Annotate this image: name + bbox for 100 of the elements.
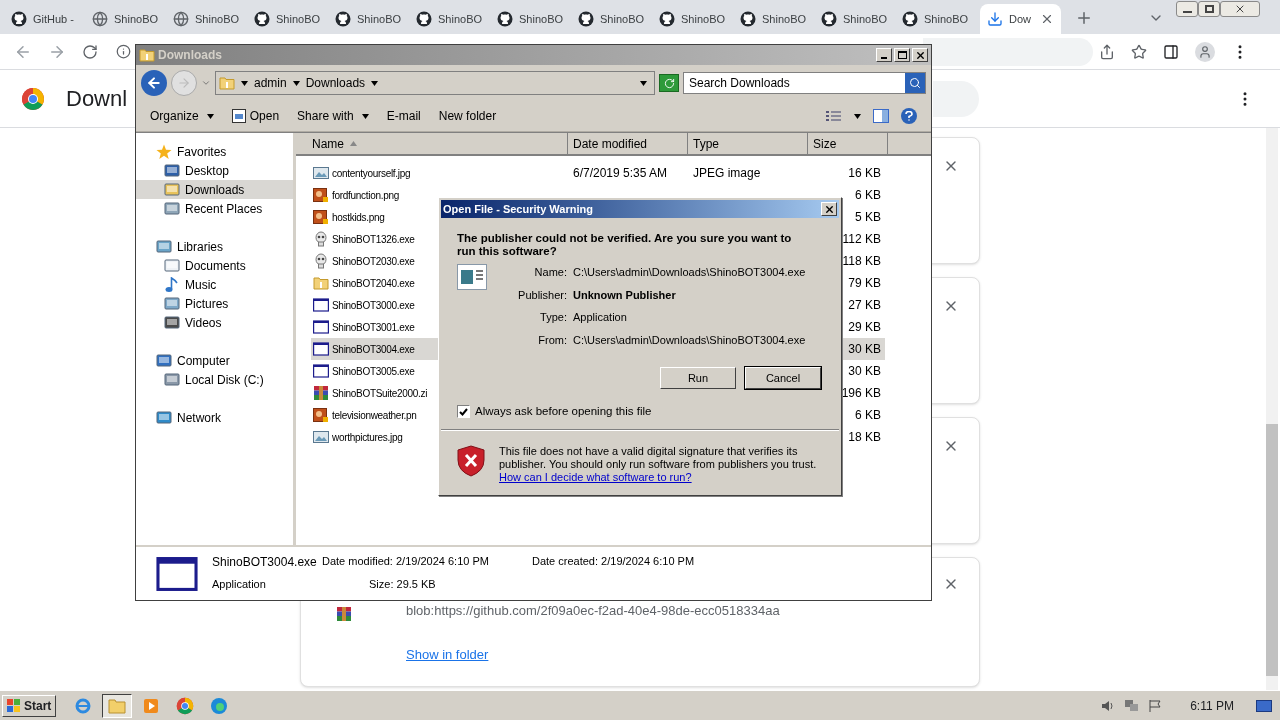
browser-tab[interactable]: ShinoBO bbox=[166, 4, 247, 34]
nav-item[interactable]: Videos bbox=[136, 313, 293, 332]
nav-item[interactable]: Desktop bbox=[136, 161, 293, 180]
bookmark-icon[interactable] bbox=[1131, 43, 1147, 60]
network-icon[interactable] bbox=[1124, 698, 1141, 713]
file-item[interactable]: worthpictures.jpg bbox=[311, 426, 438, 448]
profile-icon[interactable] bbox=[1195, 41, 1215, 62]
nav-item[interactable]: Local Disk (C:) bbox=[136, 370, 293, 389]
side-panel-icon[interactable] bbox=[1163, 43, 1179, 60]
checkbox[interactable] bbox=[457, 405, 470, 419]
browser-tab[interactable]: ShinoBO bbox=[328, 4, 409, 34]
caret-icon[interactable] bbox=[292, 80, 300, 86]
site-info-icon[interactable] bbox=[116, 44, 131, 59]
browser-tab[interactable]: ShinoBO bbox=[814, 4, 895, 34]
folder-icon bbox=[139, 47, 155, 63]
nav-label: Downloads bbox=[185, 181, 245, 199]
caret-icon[interactable] bbox=[241, 80, 248, 86]
caret-icon[interactable] bbox=[371, 80, 379, 86]
toolbar-button[interactable]: E-mail bbox=[386, 107, 421, 125]
nav-item[interactable]: Libraries bbox=[136, 237, 293, 256]
file-item[interactable]: fordfunction.png bbox=[311, 184, 438, 206]
column-header[interactable]: Name bbox=[296, 133, 568, 154]
dialog-button[interactable]: Cancel bbox=[745, 367, 821, 389]
column-header[interactable]: Size bbox=[808, 133, 888, 154]
preview-pane-icon[interactable] bbox=[873, 109, 889, 123]
file-item[interactable]: ShinoBOTSuite2000.zi bbox=[311, 382, 438, 404]
browser-tab[interactable]: ShinoBO bbox=[247, 4, 328, 34]
caret-icon[interactable] bbox=[361, 113, 369, 119]
folder-icon[interactable] bbox=[102, 693, 133, 718]
browser-tab[interactable]: ShinoBO bbox=[652, 4, 733, 34]
browser-tab[interactable]: Dow bbox=[980, 4, 1061, 34]
file-item[interactable]: hostkids.png bbox=[311, 206, 438, 228]
minimize-button[interactable] bbox=[876, 48, 892, 62]
arrow-right-icon bbox=[177, 76, 191, 90]
nav-item[interactable]: Documents bbox=[136, 256, 293, 275]
browser-tab[interactable]: ShinoBO bbox=[571, 4, 652, 34]
search-input[interactable]: Search Downloads bbox=[689, 74, 905, 92]
restore-icon[interactable] bbox=[1198, 1, 1220, 17]
file-item[interactable]: ShinoBOT2040.exe bbox=[311, 272, 438, 294]
flag-icon[interactable] bbox=[1148, 698, 1163, 713]
search-field[interactable] bbox=[933, 80, 979, 117]
nav-item[interactable]: Computer bbox=[136, 351, 293, 370]
file-item[interactable]: ShinoBOT3005.exe bbox=[311, 360, 438, 382]
browser-tab[interactable]: GitHub - bbox=[4, 4, 85, 34]
scrollbar[interactable] bbox=[1266, 128, 1278, 690]
nav-item[interactable]: Music bbox=[136, 275, 293, 294]
column-header[interactable]: Type bbox=[688, 133, 808, 154]
breadcrumb-item[interactable]: Downloads bbox=[305, 74, 366, 92]
clock[interactable]: 6:11 PM bbox=[1190, 696, 1234, 715]
help-link[interactable]: How can I decide what software to run? bbox=[499, 471, 692, 485]
file-item[interactable]: contentyourself.jpg bbox=[311, 162, 438, 184]
search-field[interactable]: Search Downloads bbox=[683, 72, 926, 94]
file-item[interactable]: ShinoBOT3001.exe bbox=[311, 316, 438, 338]
share-icon[interactable] bbox=[1099, 43, 1115, 60]
toolbar-menu-button[interactable]: Organize bbox=[150, 107, 214, 125]
browser-tab[interactable]: ShinoBO bbox=[409, 4, 490, 34]
start-button[interactable]: Start bbox=[2, 694, 57, 717]
help-icon[interactable] bbox=[901, 108, 917, 124]
file-item[interactable]: televisionweather.pn bbox=[311, 404, 438, 426]
open-button[interactable]: Open bbox=[231, 107, 280, 125]
nav-item[interactable]: Pictures bbox=[136, 294, 293, 313]
file-size: 112 KB bbox=[841, 231, 882, 248]
file-item[interactable]: ShinoBOT2030.exe bbox=[311, 250, 438, 272]
show-desktop-icon[interactable] bbox=[1256, 699, 1272, 712]
nav-item[interactable]: Recent Places bbox=[136, 199, 293, 218]
browser-tab[interactable]: ShinoBO bbox=[85, 4, 166, 34]
browser-tab[interactable]: ShinoBO bbox=[490, 4, 571, 34]
maximize-button[interactable] bbox=[894, 48, 910, 62]
new-tab-icon[interactable] bbox=[1075, 9, 1093, 27]
view-options-icon[interactable] bbox=[826, 110, 842, 122]
breadcrumb-item[interactable]: admin bbox=[254, 74, 287, 92]
github-icon bbox=[11, 11, 27, 27]
minimize-icon[interactable] bbox=[1176, 1, 1198, 17]
show-in-folder-link[interactable]: Show in folder bbox=[406, 644, 489, 664]
browser-tab[interactable]: ShinoBO bbox=[895, 4, 976, 34]
search-icon[interactable] bbox=[905, 73, 925, 93]
refresh-button[interactable] bbox=[659, 74, 679, 92]
nav-item[interactable]: Network bbox=[136, 408, 293, 427]
nav-item[interactable]: Favorites bbox=[136, 142, 293, 161]
nav-item[interactable]: Downloads bbox=[136, 180, 293, 199]
dialog-button[interactable]: Run bbox=[660, 367, 736, 389]
column-header[interactable]: Date modified bbox=[568, 133, 688, 154]
toolbar-menu-button[interactable]: Share with bbox=[297, 107, 369, 125]
toolbar-button[interactable]: New folder bbox=[438, 107, 497, 125]
github-icon bbox=[335, 11, 351, 27]
close-button[interactable] bbox=[821, 202, 837, 216]
file-size: 5 KB bbox=[854, 209, 882, 226]
caret-icon[interactable] bbox=[854, 113, 861, 119]
file-item[interactable]: ShinoBOT3004.exe bbox=[311, 338, 438, 360]
caret-icon[interactable] bbox=[206, 113, 214, 119]
close-button[interactable] bbox=[912, 48, 928, 62]
browser-tab[interactable]: ShinoBO bbox=[733, 4, 814, 34]
file-item[interactable]: ShinoBOT1326.exe bbox=[311, 228, 438, 250]
file-item[interactable]: ShinoBOT3000.exe bbox=[311, 294, 438, 316]
address-field[interactable]: admin Downloads bbox=[215, 71, 655, 95]
back-button[interactable] bbox=[141, 70, 167, 96]
history-dropdown-icon[interactable] bbox=[640, 80, 647, 86]
close-icon[interactable] bbox=[1040, 12, 1054, 26]
checkbox-label[interactable]: Always ask before opening this file bbox=[475, 403, 652, 421]
reload-icon[interactable] bbox=[82, 43, 98, 60]
